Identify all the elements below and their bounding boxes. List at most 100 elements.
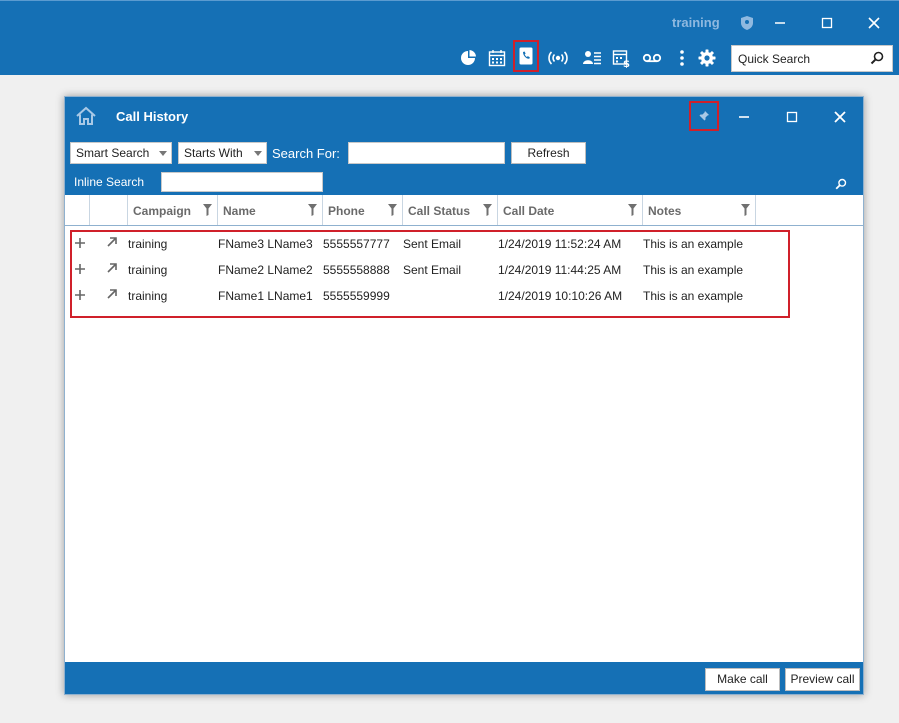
window-minimize-button[interactable] <box>732 105 756 129</box>
billing-calendar-button[interactable]: $ <box>611 47 633 69</box>
app-close-button[interactable] <box>862 11 886 35</box>
expand-row-icon[interactable] <box>74 263 86 275</box>
refresh-button[interactable]: Refresh <box>511 142 586 164</box>
settings-icon <box>698 49 716 67</box>
filter-icon[interactable] <box>388 204 397 216</box>
match-mode-dropdown[interactable]: Starts With <box>178 142 267 164</box>
filter-icon[interactable] <box>741 204 750 216</box>
match-mode-value: Starts With <box>184 146 243 160</box>
table-row[interactable]: training FName1 LName1 5555559999 1/24/2… <box>72 285 788 311</box>
chevron-down-icon <box>254 151 262 156</box>
search-for-label: Search For: <box>272 146 340 161</box>
column-header-label: Call Status <box>408 204 471 218</box>
column-header-label: Phone <box>328 204 365 218</box>
search-toolbar: Smart Search Starts With Search For: Ref… <box>65 137 863 195</box>
cell-call-status: Sent Email <box>403 263 462 277</box>
column-header-notes[interactable]: Notes <box>643 195 756 225</box>
call-history-rows: training FName3 LName3 5555557777 Sent E… <box>70 230 790 318</box>
call-history-window: Call History Smart Search Starts With Se… <box>64 96 864 695</box>
minimize-icon <box>775 22 785 24</box>
column-header-label: Campaign <box>133 204 192 218</box>
outbound-call-icon <box>107 263 117 273</box>
app-header: training $ Quick Search <box>0 0 899 75</box>
quick-search-box <box>731 45 893 72</box>
table-row[interactable]: training FName3 LName3 5555557777 Sent E… <box>72 233 788 259</box>
broadcast-button[interactable] <box>547 47 569 69</box>
column-header-campaign[interactable]: Campaign <box>128 195 218 225</box>
dashboard-button[interactable] <box>457 47 479 69</box>
shield-icon <box>741 16 753 30</box>
outbound-call-icon <box>107 289 117 299</box>
cell-call-date: 1/24/2019 10:10:26 AM <box>498 289 623 303</box>
cell-campaign: training <box>128 237 168 251</box>
broadcast-icon <box>548 51 568 65</box>
direction-column-header <box>90 195 128 225</box>
cell-campaign: training <box>128 289 168 303</box>
cell-notes: This is an example <box>643 263 744 277</box>
cell-phone: 5555558888 <box>323 263 390 277</box>
column-header-name[interactable]: Name <box>218 195 323 225</box>
svg-text:$: $ <box>623 59 630 68</box>
column-header-phone[interactable]: Phone <box>323 195 403 225</box>
cell-call-date: 1/24/2019 11:44:25 AM <box>498 263 622 277</box>
pin-icon <box>699 111 709 121</box>
table-row[interactable]: training FName2 LName2 5555558888 Sent E… <box>72 259 788 285</box>
cell-name: FName2 LName2 <box>218 263 313 277</box>
contacts-list-button[interactable] <box>581 47 603 69</box>
window-title-bar: Call History <box>65 97 863 137</box>
more-menu-button[interactable] <box>671 47 693 69</box>
app-minimize-button[interactable] <box>768 11 792 35</box>
cell-phone: 5555557777 <box>323 237 390 251</box>
chevron-down-icon <box>159 151 167 156</box>
smart-search-dropdown[interactable]: Smart Search <box>70 142 172 164</box>
cell-notes: This is an example <box>643 237 744 251</box>
voicemail-icon <box>642 53 662 63</box>
inline-search-label: Inline Search <box>74 175 145 189</box>
search-icon[interactable] <box>835 178 847 190</box>
column-header-label: Call Date <box>503 204 555 218</box>
cell-name: FName1 LName1 <box>218 289 313 303</box>
column-header-label: Name <box>223 204 256 218</box>
window-close-button[interactable] <box>828 105 852 129</box>
smart-search-value: Smart Search <box>76 146 150 160</box>
home-icon[interactable] <box>75 106 97 126</box>
column-header-call-status[interactable]: Call Status <box>403 195 498 225</box>
filter-icon[interactable] <box>203 204 212 216</box>
close-icon <box>834 111 846 123</box>
grid-header: Campaign Name Phone Call Status Call Dat… <box>65 195 863 226</box>
quick-search-input[interactable] <box>732 46 864 71</box>
maximize-icon <box>786 111 798 123</box>
maximize-icon <box>821 17 833 29</box>
cell-call-date: 1/24/2019 11:52:24 AM <box>498 237 622 251</box>
app-maximize-button[interactable] <box>815 11 839 35</box>
expand-row-icon[interactable] <box>74 289 86 301</box>
settings-button[interactable] <box>696 47 718 69</box>
more-icon <box>680 50 684 66</box>
cell-phone: 5555559999 <box>323 289 390 303</box>
window-footer: Make call Preview call <box>65 662 863 694</box>
cell-campaign: training <box>128 263 168 277</box>
search-for-input[interactable] <box>348 142 505 164</box>
cell-notes: This is an example <box>643 289 744 303</box>
make-call-button[interactable]: Make call <box>705 668 780 691</box>
inline-search-input[interactable] <box>161 172 323 192</box>
window-maximize-button[interactable] <box>780 105 804 129</box>
preview-call-button[interactable]: Preview call <box>785 668 860 691</box>
column-header-call-date[interactable]: Call Date <box>498 195 643 225</box>
calendar-button[interactable] <box>486 47 508 69</box>
voicemail-button[interactable] <box>641 47 663 69</box>
filter-icon[interactable] <box>628 204 637 216</box>
filter-icon[interactable] <box>308 204 317 216</box>
filter-icon[interactable] <box>483 204 492 216</box>
call-history-button[interactable] <box>513 40 539 72</box>
expand-row-icon[interactable] <box>74 237 86 249</box>
calendar-icon <box>488 50 506 67</box>
call-history-icon <box>519 47 533 65</box>
window-title: Call History <box>116 109 189 124</box>
outbound-call-icon <box>107 237 117 247</box>
column-header-label: Notes <box>648 204 682 218</box>
contacts-list-icon <box>583 51 601 65</box>
pin-window-button[interactable] <box>689 101 719 131</box>
search-icon[interactable] <box>870 51 884 65</box>
minimize-icon <box>739 116 749 118</box>
